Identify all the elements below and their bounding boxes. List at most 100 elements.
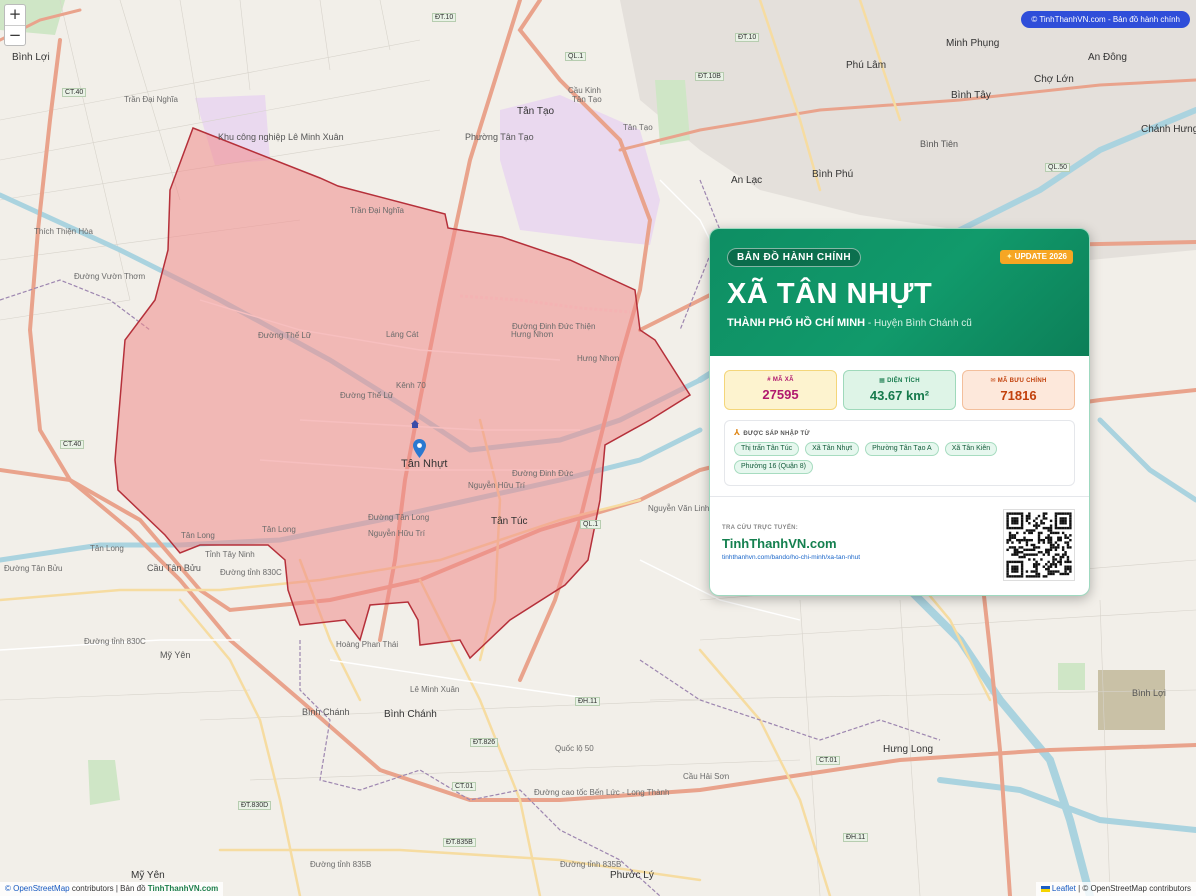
site-link[interactable]: TinhThanhVN.com — [148, 884, 219, 893]
map-place-label: Bình Chánh — [384, 709, 437, 720]
update-badge: ✦ UPDATE 2026 — [999, 250, 1073, 264]
merged-chip[interactable]: Phường Tân Tạo A — [865, 442, 939, 456]
map-place-label: Mỹ Yên — [160, 650, 191, 660]
map-place-label: Bình Lợi — [12, 52, 50, 63]
osm-link[interactable]: © OpenStreetMap — [5, 884, 70, 893]
map-place-label: Khu công nghiệp Lê Minh Xuân — [218, 132, 344, 142]
stat-postal-code: ✉ MÃ BƯU CHÍNH 71816 — [962, 370, 1075, 410]
stat-area: ▦ DIỆN TÍCH 43.67 km² — [843, 370, 956, 410]
road-shield: ĐT.830D — [238, 801, 272, 810]
stat-commune-code: # MÃ XÃ 27595 — [724, 370, 837, 410]
road-shield: CT.40 — [62, 88, 87, 97]
road-shield: ĐT.835B — [443, 838, 476, 847]
zoom-in-button[interactable]: + — [5, 5, 25, 25]
map-place-label: Phước Lý — [610, 870, 654, 881]
stat-label: MÃ BƯU CHÍNH — [997, 378, 1047, 384]
map-type-tag: BẢN ĐỒ HÀNH CHÍNH — [727, 248, 862, 267]
town-hall-icon — [411, 420, 419, 428]
map-place-label: Bình Tây — [951, 90, 991, 101]
map-place-label: Mỹ Yên — [131, 870, 165, 881]
map-place-label: Hưng Long — [883, 744, 934, 755]
road-shield: CT.40 — [60, 440, 85, 449]
former-district: - Huyện Bình Chánh cũ — [867, 318, 972, 329]
leaflet-link[interactable]: Leaflet — [1052, 884, 1076, 893]
map-place-label: Hưng Nhơn — [577, 354, 620, 363]
map-place-label: Cầu Kinh — [568, 86, 601, 95]
attribution-right: Leaflet | © OpenStreetMap contributors — [1035, 882, 1196, 896]
map-place-label: Đường Thế Lữ — [258, 331, 312, 340]
map-by-text: Bản đồ — [120, 884, 146, 893]
stats-row: # MÃ XÃ 27595 ▦ DIỆN TÍCH 43.67 km² ✉ MÃ… — [710, 356, 1089, 410]
map-place-label: Đường tỉnh 835B — [560, 860, 622, 869]
map-place-label: Đường Tân Long — [368, 513, 430, 522]
merged-chip[interactable]: Xã Tân Nhựt — [805, 442, 860, 456]
map-place-label: Minh Phụng — [946, 38, 1000, 49]
map-place-label: Phú Lâm — [846, 60, 887, 71]
merged-title: ĐƯỢC SÁP NHẬP TỪ — [743, 431, 810, 437]
map-place-label: Tân Long — [262, 525, 296, 534]
zoom-control: + − — [4, 4, 26, 46]
contributors-text: contributors — [71, 884, 114, 893]
map-place-label: Chánh Hưng — [1141, 124, 1196, 135]
road-shield: ĐT.10B — [695, 72, 724, 81]
map-place-label: Bình Tiên — [920, 139, 959, 149]
map-place-label: Đường cao tốc Bến Lức - Long Thành — [534, 788, 670, 797]
map-place-label: Cầu Hải Sơn — [683, 772, 730, 781]
map-place-label: Đường Vườn Thơm — [74, 272, 146, 281]
road-shield: CT.01 — [452, 782, 477, 791]
map-place-label: Tân Long — [181, 531, 215, 540]
merged-chips: Thị trấn Tân Túc Xã Tân Nhựt Phường Tân … — [734, 442, 1065, 474]
road-shield: ĐT.10 — [432, 13, 457, 22]
map-place-label: Hưng Nhơn — [511, 330, 554, 339]
mail-icon: ✉ — [990, 378, 996, 384]
map-place-label: Trần Đại Nghĩa — [350, 206, 404, 215]
map-place-label: Đường tỉnh 830C — [84, 637, 146, 646]
map-place-label: Bình Phú — [812, 169, 854, 180]
map-place-label: Nguyễn Văn Linh — [648, 504, 710, 513]
update-text: UPDATE 2026 — [1014, 252, 1067, 261]
map-place-label: Tân Long — [90, 544, 124, 553]
ukraine-flag-icon — [1040, 885, 1050, 892]
road-shield: CT.01 — [816, 756, 841, 765]
merged-chip[interactable]: Phường 16 (Quận 8) — [734, 460, 813, 474]
road-shield: ĐT.826 — [470, 738, 499, 747]
map-place-label: Nguyễn Hữu Trí — [368, 529, 425, 538]
qr-code-icon — [1003, 509, 1075, 581]
stat-label: MÃ XÃ — [772, 377, 794, 383]
map-place-label: Tân Tạo — [572, 95, 602, 104]
map-place-label: Chợ Lớn — [1034, 74, 1074, 85]
merged-chip[interactable]: Xã Tân Kiên — [944, 442, 998, 456]
hash-icon: # — [767, 377, 771, 383]
map-place-label: Đường tỉnh 830C — [220, 568, 282, 577]
map-place-label: Thích Thiện Hòa — [34, 227, 93, 236]
stat-value: 43.67 km² — [869, 388, 930, 403]
site-credit-badge[interactable]: © TinhThanhVN.com - Bản đồ hành chính — [1021, 11, 1190, 28]
zoom-out-button[interactable]: − — [5, 25, 25, 45]
road-shield: ĐH.11 — [575, 697, 601, 706]
road-shield: QL.50 — [1045, 163, 1071, 172]
location-pin-icon[interactable] — [413, 439, 426, 458]
map-place-label: Đường Tân Bửu — [4, 564, 63, 573]
merge-icon: ⅄ — [734, 428, 741, 437]
map-place-label: Đường Đinh Đức — [512, 469, 574, 478]
road-shield: QL.1 — [565, 52, 587, 61]
map-place-label: Đường Thế Lữ — [340, 391, 394, 400]
merged-chip[interactable]: Thị trấn Tân Túc — [734, 442, 800, 456]
map-place-label: Hoàng Phan Thái — [336, 640, 399, 649]
merged-from-section: ⅄ ĐƯỢC SÁP NHẬP TỪ Thị trấn Tân Túc Xã Tâ… — [724, 420, 1075, 486]
map-place-label: Tân Tạo — [517, 106, 555, 117]
commune-info-card: BẢN ĐỒ HÀNH CHÍNH ✦ UPDATE 2026 XÃ TÂN NH… — [709, 228, 1090, 596]
stat-label: DIỆN TÍCH — [887, 378, 920, 384]
map-place-label: Bình Lợi — [1132, 688, 1166, 698]
attribution-left: © OpenStreetMap contributors | Bản đồ Ti… — [0, 882, 224, 896]
chart-icon: ▦ — [879, 378, 886, 384]
map-place-label: Lê Minh Xuân — [410, 685, 460, 694]
map-place-label: Tỉnh Tây Ninh — [205, 550, 255, 559]
commune-center-label: Tân Nhựt — [401, 458, 448, 470]
map-place-label: Trần Đại Nghĩa — [124, 95, 178, 104]
map-place-label: An Lạc — [731, 175, 763, 186]
map-place-label: Kênh 70 — [396, 381, 426, 390]
map-place-label: Bình Chánh — [302, 707, 350, 717]
city-name: THÀNH PHỐ HỒ CHÍ MINH — [727, 317, 866, 329]
stat-value: 27595 — [762, 387, 799, 402]
